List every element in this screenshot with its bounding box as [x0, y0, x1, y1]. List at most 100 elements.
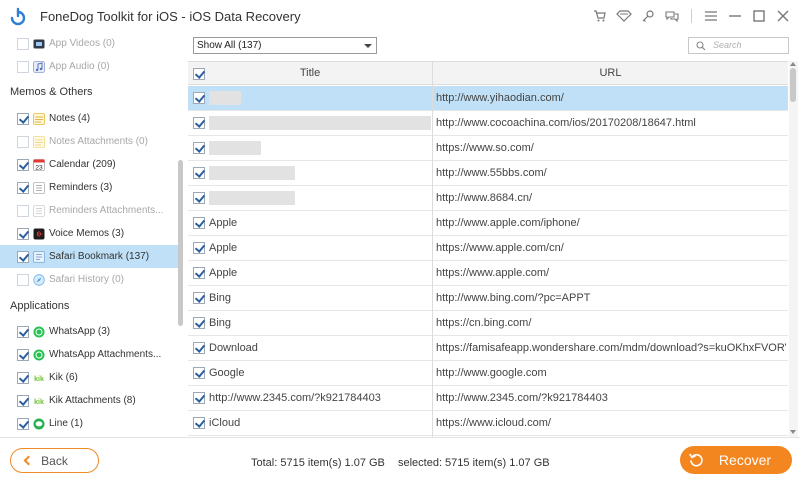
row-checkbox[interactable] — [193, 292, 205, 304]
sidebar-item-reminders[interactable]: Reminders (3) — [0, 176, 178, 199]
recover-icon — [689, 453, 703, 467]
table-scrollbar-thumb[interactable] — [790, 68, 796, 102]
sidebar-item-label: App Videos (0) — [49, 38, 115, 49]
table-row[interactable]: Bing https://cn.bing.com/ — [188, 311, 788, 336]
checkbox[interactable] — [17, 417, 29, 430]
calendar-day: 23 — [35, 164, 43, 171]
checkbox[interactable] — [17, 135, 29, 148]
row-checkbox[interactable] — [193, 142, 205, 154]
row-checkbox[interactable] — [193, 342, 205, 354]
table-header: Title URL — [188, 62, 788, 85]
row-checkbox[interactable] — [193, 392, 205, 404]
sidebar-item-kik-attachments[interactable]: kik Kik Attachments (8) — [0, 389, 178, 412]
checkbox[interactable] — [17, 227, 29, 240]
row-checkbox[interactable] — [193, 267, 205, 279]
row-checkbox[interactable] — [193, 92, 205, 104]
sidebar-scrollbar[interactable] — [178, 160, 183, 326]
scroll-up-arrow-icon[interactable] — [790, 62, 796, 66]
row-checkbox[interactable] — [193, 217, 205, 229]
checkbox[interactable] — [17, 273, 29, 286]
show-filter-dropdown[interactable]: Show All (137) — [193, 37, 377, 54]
cell-url: http://www.55bbs.com/ — [436, 167, 547, 179]
cell-title — [209, 161, 431, 186]
row-checkbox[interactable] — [193, 317, 205, 329]
checkbox[interactable] — [17, 371, 29, 384]
sidebar-item-safari-history[interactable]: Safari History (0) — [0, 268, 178, 291]
sidebar-item-label: App Audio (0) — [49, 61, 110, 72]
cell-url: http://www.8684.cn/ — [436, 192, 532, 204]
sidebar-item-safari-bookmark[interactable]: Safari Bookmark (137) — [0, 245, 178, 268]
sidebar-item-whatsapp[interactable]: WhatsApp (3) — [0, 320, 178, 343]
row-checkbox[interactable] — [193, 167, 205, 179]
column-header-url[interactable]: URL — [433, 62, 788, 85]
sidebar-item-notes-attachments[interactable]: Notes Attachments (0) — [0, 130, 178, 153]
table-row[interactable]: Apple http://www.apple.com/iphone/ — [188, 211, 788, 236]
sidebar-item-reminders-attachments[interactable]: Reminders Attachments... — [0, 199, 178, 222]
checkbox[interactable] — [17, 60, 29, 73]
sidebar-item-calendar[interactable]: 23 Calendar (209) — [0, 153, 178, 176]
maximize-icon[interactable] — [750, 7, 768, 25]
table-row[interactable]: http://www.55bbs.com/ — [188, 161, 788, 186]
redacted-title — [209, 191, 295, 206]
table-row[interactable]: http://www.yihaodian.com/ — [188, 86, 788, 111]
key-icon[interactable] — [639, 7, 657, 25]
back-button[interactable]: Back — [10, 448, 99, 473]
sidebar-item-label: Notes (4) — [49, 113, 91, 124]
checkbox[interactable] — [17, 158, 29, 171]
sidebar-item-label: Safari History (0) — [49, 274, 125, 285]
selected-count: selected: 5715 item(s) 1.07 GB — [397, 457, 550, 469]
wifi-icon[interactable] — [615, 7, 633, 25]
cell-title: http://www.2345.com/?k921784403 — [209, 392, 381, 404]
checkbox[interactable] — [17, 348, 29, 361]
table-row[interactable]: Download https://famisafeapp.wondershare.… — [188, 336, 788, 361]
table-row[interactable]: Apple https://www.apple.com/cn/ — [188, 236, 788, 261]
row-checkbox[interactable] — [193, 192, 205, 204]
table-row[interactable]: http://www.2345.com/?k921784403 http://ww… — [188, 386, 788, 411]
checkbox[interactable] — [17, 181, 29, 194]
sidebar-item-app-videos[interactable]: App Videos (0) — [0, 32, 178, 55]
cell-title: iCloud — [209, 417, 241, 429]
selection-summary: Total: 5715 item(s) 1.07 GB selected: 57… — [251, 457, 550, 469]
table-row[interactable]: iCloud https://www.icloud.com/ — [188, 411, 788, 436]
checkbox[interactable] — [17, 325, 29, 338]
sidebar-item-voice-memos[interactable]: Voice Memos (3) — [0, 222, 178, 245]
cell-url: http://www.bing.com/?pc=APPT — [436, 292, 591, 304]
cell-url: https://www.icloud.com/ — [436, 417, 551, 429]
scroll-down-arrow-icon[interactable] — [790, 430, 796, 434]
minimize-icon[interactable] — [726, 7, 744, 25]
table-row[interactable]: Google http://www.google.com — [188, 361, 788, 386]
checkbox[interactable] — [17, 394, 29, 407]
row-checkbox[interactable] — [193, 117, 205, 129]
sidebar-item-kik[interactable]: kik Kik (6) — [0, 366, 178, 389]
checkbox[interactable] — [17, 37, 29, 50]
table-row[interactable]: Bing http://www.bing.com/?pc=APPT — [188, 286, 788, 311]
checkbox[interactable] — [17, 204, 29, 217]
bookmark-icon — [33, 250, 45, 263]
search-placeholder: Search — [713, 40, 742, 50]
checkbox[interactable] — [17, 112, 29, 125]
table-row[interactable]: Apple https://www.apple.com/ — [188, 261, 788, 286]
menu-icon[interactable] — [702, 7, 720, 25]
table-row[interactable]: http://www.8684.cn/ — [188, 186, 788, 211]
sidebar-item-notes[interactable]: Notes (4) — [0, 107, 178, 130]
checkbox[interactable] — [17, 250, 29, 263]
close-icon[interactable] — [774, 7, 792, 25]
table-row[interactable]: https://www.so.com/ — [188, 136, 788, 161]
table-row[interactable]: http://www.cocoachina.com/ios/20170208/1… — [188, 111, 788, 136]
search-input[interactable]: Search — [688, 37, 789, 54]
cart-icon[interactable] — [591, 7, 609, 25]
reminders-icon — [33, 181, 45, 194]
sidebar-item-app-audio[interactable]: App Audio (0) — [0, 55, 178, 78]
row-checkbox[interactable] — [193, 417, 205, 429]
whatsapp-icon — [33, 349, 45, 361]
table-scrollbar[interactable] — [789, 61, 798, 437]
sidebar-item-line[interactable]: Line (1) — [0, 412, 178, 435]
cell-title: Apple — [209, 217, 238, 229]
recover-button[interactable]: Recover — [680, 446, 792, 474]
sidebar-item-whatsapp-attachments[interactable]: WhatsApp Attachments... — [0, 343, 178, 366]
row-checkbox[interactable] — [193, 367, 205, 379]
section-title-applications: Applications — [10, 300, 70, 312]
row-checkbox[interactable] — [193, 242, 205, 254]
chat-icon[interactable] — [663, 7, 681, 25]
column-header-title[interactable]: Title — [188, 62, 432, 85]
